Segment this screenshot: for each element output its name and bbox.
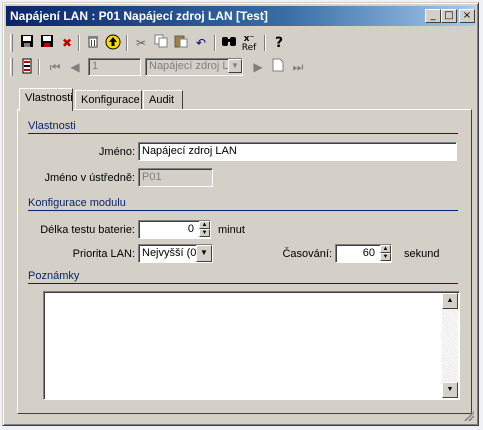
delete-x-icon[interactable]: ✖	[58, 34, 76, 52]
record-name-combo: Napájecí zdroj L ▼	[145, 58, 243, 76]
central-name-input: P01	[138, 168, 213, 187]
minimize-button[interactable]: _	[425, 9, 441, 23]
properties-panel: Vlastnosti Jméno: Napájecí zdroj LAN Jmé…	[17, 109, 472, 414]
toolbar-separator	[214, 35, 216, 51]
toolbar-separator	[78, 35, 80, 51]
paste-icon[interactable]	[172, 34, 190, 52]
copy-icon[interactable]	[152, 34, 170, 52]
scroll-down-icon[interactable]: ▼	[442, 382, 458, 398]
toolbar-separator	[264, 35, 266, 51]
first-record-icon[interactable]: ⏮	[46, 58, 64, 76]
battery-test-unit: minut	[218, 224, 245, 236]
navigation-toolbar: ⏮ ◀ 1 Napájecí zdroj L ▼ ▶ ⏭	[8, 55, 474, 79]
up-arrow-icon[interactable]	[104, 34, 122, 52]
section-header-properties: Vlastnosti	[28, 120, 458, 134]
notes-textarea[interactable]: ▲ ▼	[43, 291, 460, 400]
window-title: Napájení LAN : P01 Napájecí zdroj LAN [T…	[10, 9, 268, 23]
toolbar-separator	[38, 59, 40, 75]
central-name-label: Jméno v ústředně:	[44, 172, 136, 184]
chevron-down-icon: ▼	[228, 59, 242, 73]
app-window: Napájení LAN : P01 Napájecí zdroj LAN [T…	[2, 2, 479, 426]
timing-spinner[interactable]: ▲ ▼	[380, 245, 391, 262]
close-button[interactable]: ×	[459, 9, 475, 23]
maximize-button[interactable]: □	[441, 9, 457, 23]
battery-test-spinner[interactable]: ▲ ▼	[199, 221, 210, 238]
toolbar-grip[interactable]	[10, 58, 13, 76]
toolbar-separator	[126, 35, 128, 51]
timing-input[interactable]: 60 ▲ ▼	[335, 244, 392, 263]
spin-down-icon[interactable]: ▼	[199, 229, 210, 237]
toolbar-grip[interactable]	[10, 34, 13, 52]
priority-label: Priorita LAN:	[72, 248, 135, 260]
record-name-value: Napájecí zdroj L	[149, 60, 229, 72]
timing-value: 60	[362, 247, 375, 259]
spin-down-icon[interactable]: ▼	[380, 253, 391, 261]
tab-audit[interactable]: Audit	[143, 90, 183, 110]
name-label: Jméno:	[98, 146, 135, 158]
priority-select[interactable]: Nejvyšší (0 ▼	[138, 244, 213, 263]
section-header-module-config: Konfigurace modulu	[28, 197, 458, 211]
timing-unit: sekund	[404, 248, 440, 260]
resize-grip[interactable]	[464, 411, 474, 421]
trash-icon[interactable]	[84, 34, 102, 52]
undo-icon[interactable]: ↶	[192, 34, 210, 52]
record-number-field: 1	[88, 58, 141, 76]
cut-icon[interactable]: ✂	[132, 34, 150, 52]
next-record-icon[interactable]: ▶	[249, 58, 267, 76]
battery-test-input[interactable]: 0 ▲ ▼	[138, 220, 211, 239]
tab-vlastnosti[interactable]: Vlastnosti	[19, 88, 73, 111]
chevron-down-icon[interactable]: ▼	[196, 245, 212, 262]
find-icon[interactable]	[220, 34, 238, 52]
last-record-icon[interactable]: ⏭	[289, 58, 307, 76]
name-input[interactable]: Napájecí zdroj LAN	[138, 142, 457, 161]
ref-icon[interactable]: x⁻ Ref	[240, 34, 258, 53]
title-bar[interactable]: Napájení LAN : P01 Napájecí zdroj LAN [T…	[6, 6, 475, 26]
notes-scrollbar[interactable]: ▲ ▼	[442, 293, 458, 398]
ref-label: Ref	[241, 43, 257, 53]
section-header-notes: Poznámky	[28, 270, 458, 284]
save-icon[interactable]	[18, 34, 36, 52]
spin-up-icon[interactable]: ▲	[199, 221, 210, 229]
battery-test-label: Délka testu baterie:	[40, 224, 135, 236]
spin-up-icon[interactable]: ▲	[380, 245, 391, 253]
save-close-icon[interactable]	[38, 34, 56, 52]
tab-konfigurace[interactable]: Konfigurace	[75, 90, 142, 110]
battery-test-value: 0	[187, 223, 194, 235]
record-list-icon[interactable]	[18, 58, 36, 76]
priority-value: Nejvyšší (0	[142, 247, 197, 259]
previous-record-icon[interactable]: ◀	[66, 58, 84, 76]
help-icon[interactable]: ?	[270, 34, 288, 52]
new-record-icon[interactable]	[269, 58, 287, 76]
main-toolbar: ✖ ✂ ↶ x⁻ Ref ?	[8, 31, 474, 55]
timing-label: Časování:	[282, 248, 332, 260]
scroll-up-icon[interactable]: ▲	[442, 293, 458, 309]
